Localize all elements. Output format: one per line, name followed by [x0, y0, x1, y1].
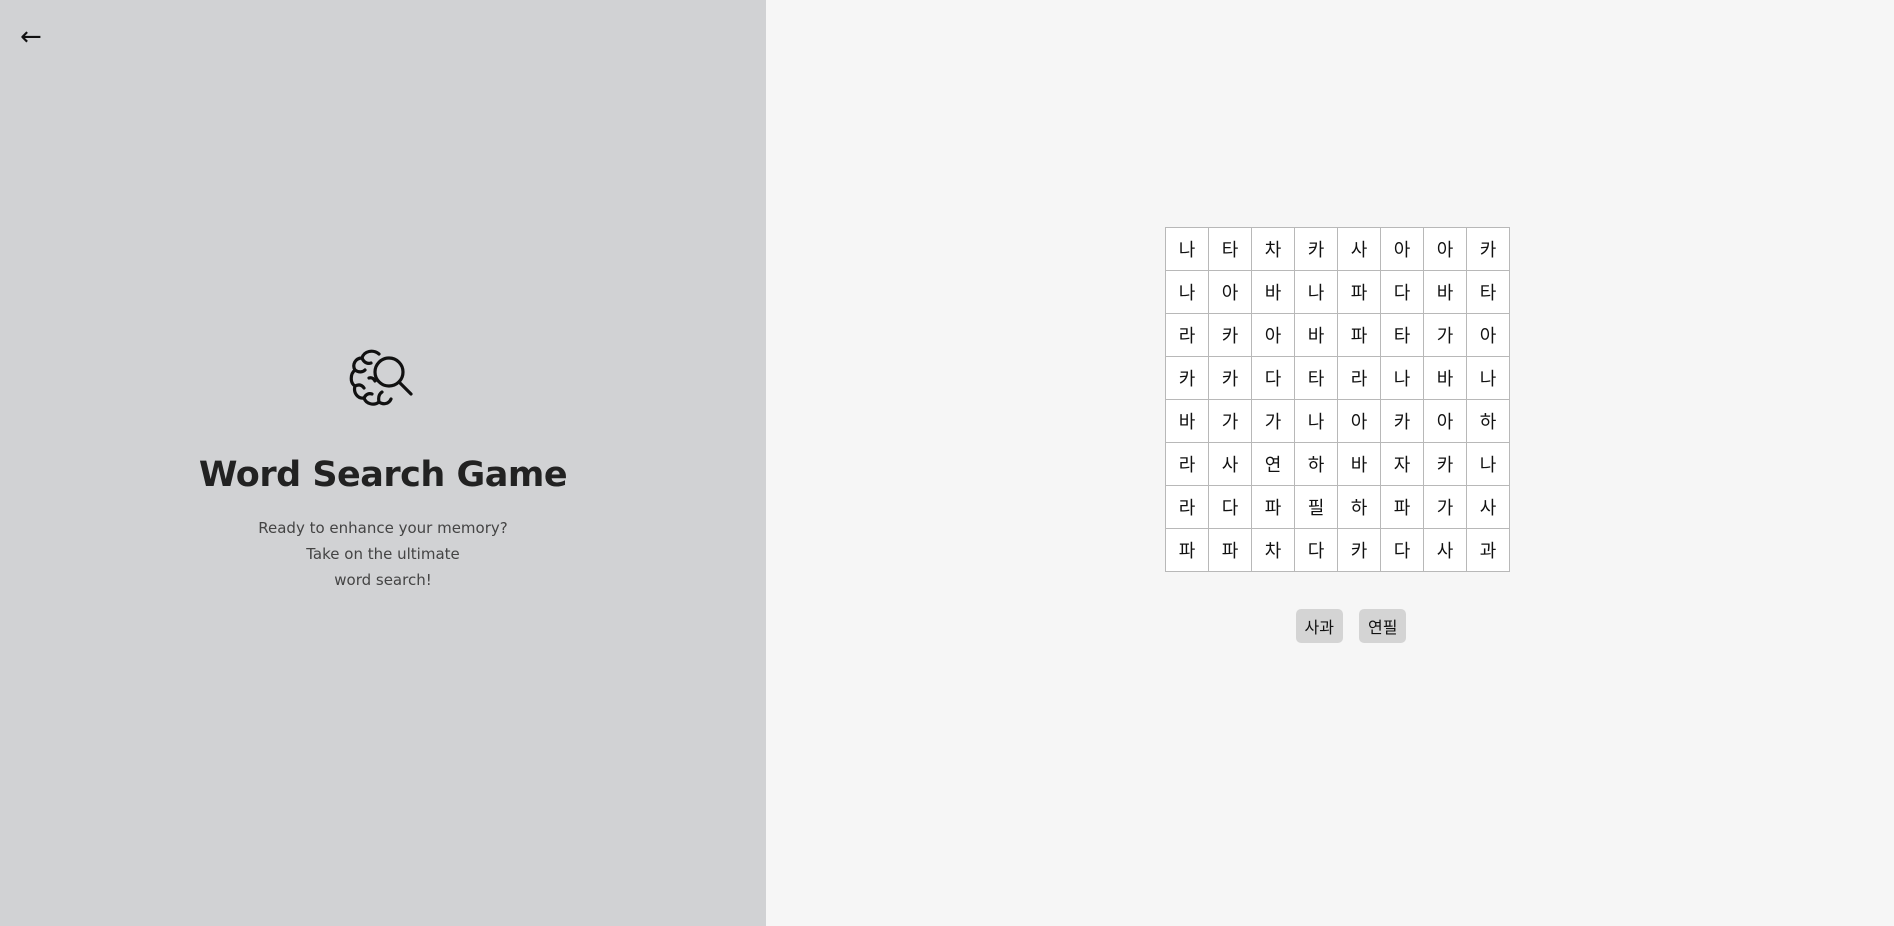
grid-cell[interactable]: 바	[1338, 443, 1381, 486]
grid-cell[interactable]: 아	[1424, 228, 1467, 271]
grid-cell[interactable]: 라	[1166, 443, 1209, 486]
subtitle-line: Ready to enhance your memory?	[258, 519, 508, 537]
grid-cell[interactable]: 라	[1166, 486, 1209, 529]
grid-cell[interactable]: 아	[1252, 314, 1295, 357]
grid-cell[interactable]: 가	[1424, 486, 1467, 529]
grid-cell[interactable]: 가	[1424, 314, 1467, 357]
grid-cell[interactable]: 라	[1166, 314, 1209, 357]
grid-cell[interactable]: 나	[1467, 357, 1510, 400]
grid-cell[interactable]: 과	[1467, 529, 1510, 572]
grid-cell[interactable]: 바	[1166, 400, 1209, 443]
brain-search-icon	[349, 349, 413, 406]
grid-cell[interactable]: 카	[1209, 357, 1252, 400]
grid-cell[interactable]: 파	[1338, 271, 1381, 314]
letter-grid: 나타차카사아아카나아바나파다바타라카아바파타가아카카다타라나바나바가가나아카아하…	[1165, 227, 1510, 572]
grid-cell[interactable]: 바	[1424, 357, 1467, 400]
grid-cell[interactable]: 차	[1252, 228, 1295, 271]
grid-cell[interactable]: 사	[1209, 443, 1252, 486]
grid-cell[interactable]: 아	[1424, 400, 1467, 443]
grid-cell[interactable]: 나	[1381, 357, 1424, 400]
grid-cell[interactable]: 파	[1209, 529, 1252, 572]
grid-cell[interactable]: 카	[1467, 228, 1510, 271]
back-arrow-button[interactable]: ←	[20, 20, 42, 54]
grid-cell[interactable]: 자	[1381, 443, 1424, 486]
grid-cell[interactable]: 가	[1209, 400, 1252, 443]
grid-cell[interactable]: 파	[1381, 486, 1424, 529]
grid-cell[interactable]: 라	[1338, 357, 1381, 400]
grid-cell[interactable]: 파	[1252, 486, 1295, 529]
grid-cell[interactable]: 사	[1424, 529, 1467, 572]
intro-section: Word Search Game Ready to enhance your m…	[0, 346, 766, 593]
grid-cell[interactable]: 카	[1424, 443, 1467, 486]
page-title: Word Search Game	[198, 455, 568, 495]
app-page: ← Word Search Game Ready to enhance your…	[0, 0, 1894, 926]
grid-cell[interactable]: 사	[1338, 228, 1381, 271]
grid-cell[interactable]: 타	[1295, 357, 1338, 400]
grid-cell[interactable]: 타	[1209, 228, 1252, 271]
grid-cell[interactable]: 사	[1467, 486, 1510, 529]
grid-cell[interactable]: 필	[1295, 486, 1338, 529]
subtitle-line: Take on the ultimate	[306, 545, 460, 563]
grid-cell[interactable]: 카	[1338, 529, 1381, 572]
word-chip[interactable]: 연필	[1359, 609, 1407, 643]
subtitle-line: word search!	[334, 571, 432, 589]
intro-subtitle: Ready to enhance your memory? Take on th…	[0, 515, 766, 593]
grid-cell[interactable]: 나	[1166, 228, 1209, 271]
grid-cell[interactable]: 아	[1338, 400, 1381, 443]
grid-cell[interactable]: 타	[1467, 271, 1510, 314]
grid-cell[interactable]: 파	[1166, 529, 1209, 572]
grid-cell[interactable]: 나	[1295, 400, 1338, 443]
grid-cell[interactable]: 바	[1252, 271, 1295, 314]
grid-cell[interactable]: 다	[1381, 271, 1424, 314]
grid-cell[interactable]: 다	[1209, 486, 1252, 529]
grid-cell[interactable]: 바	[1424, 271, 1467, 314]
grid-cell[interactable]: 연	[1252, 443, 1295, 486]
grid-cell[interactable]: 하	[1467, 400, 1510, 443]
grid-cell[interactable]: 바	[1295, 314, 1338, 357]
intro-panel: ← Word Search Game Ready to enhance your…	[0, 0, 766, 926]
grid-cell[interactable]: 아	[1209, 271, 1252, 314]
grid-cell[interactable]: 차	[1252, 529, 1295, 572]
grid-cell[interactable]: 나	[1166, 271, 1209, 314]
grid-cell[interactable]: 나	[1467, 443, 1510, 486]
game-panel: 나타차카사아아카나아바나파다바타라카아바파타가아카카다타라나바나바가가나아카아하…	[766, 0, 1894, 926]
grid-cell[interactable]: 하	[1295, 443, 1338, 486]
word-chip[interactable]: 사과	[1295, 609, 1343, 643]
grid-cell[interactable]: 하	[1338, 486, 1381, 529]
grid-cell[interactable]: 카	[1381, 400, 1424, 443]
grid-cell[interactable]: 아	[1467, 314, 1510, 357]
grid-cell[interactable]: 아	[1381, 228, 1424, 271]
grid-cell[interactable]: 카	[1166, 357, 1209, 400]
grid-cell[interactable]: 가	[1252, 400, 1295, 443]
grid-cell[interactable]: 카	[1209, 314, 1252, 357]
grid-cell[interactable]: 카	[1295, 228, 1338, 271]
grid-cell[interactable]: 다	[1295, 529, 1338, 572]
grid-cell[interactable]: 나	[1295, 271, 1338, 314]
grid-cell[interactable]: 타	[1381, 314, 1424, 357]
grid-cell[interactable]: 파	[1338, 314, 1381, 357]
word-list: 사과 연필	[766, 609, 1894, 643]
grid-cell[interactable]: 다	[1252, 357, 1295, 400]
grid-cell[interactable]: 다	[1381, 529, 1424, 572]
